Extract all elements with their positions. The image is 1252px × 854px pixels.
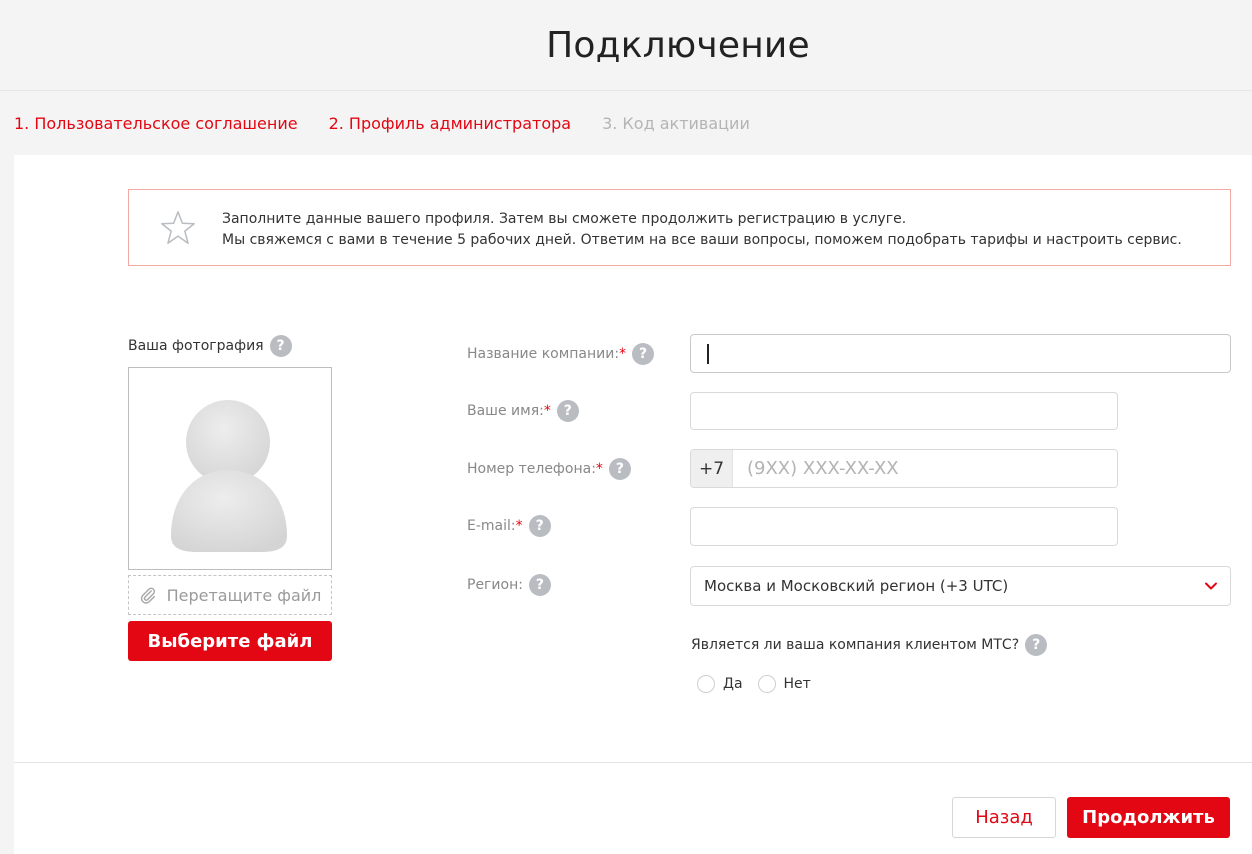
chevron-down-icon [1205, 582, 1217, 590]
company-label-text: Название компании: [467, 346, 620, 362]
help-icon[interactable]: ? [608, 458, 631, 480]
help-icon[interactable]: ? [556, 400, 579, 422]
back-button[interactable]: Назад [952, 797, 1056, 838]
required-mark: * [515, 518, 523, 534]
radio-yes-label[interactable]: Да [723, 676, 743, 692]
phone-input[interactable] [733, 450, 1117, 487]
radio-yes[interactable] [697, 675, 715, 693]
email-input[interactable] [690, 507, 1118, 546]
phone-country-prefix: +7 [691, 450, 733, 487]
name-input[interactable] [690, 392, 1118, 430]
required-mark: * [543, 403, 551, 419]
required-mark: * [619, 346, 627, 362]
help-icon[interactable]: ? [528, 515, 551, 537]
step-user-agreement[interactable]: 1. Пользовательское соглашение [14, 114, 298, 133]
name-label-text: Ваше имя: [467, 403, 544, 419]
phone-label: Номер телефона: * ? [467, 458, 631, 480]
drop-zone-text: Перетащите файл [166, 585, 322, 605]
text-cursor [707, 344, 709, 364]
footer-divider [14, 762, 1252, 763]
mts-client-question-text: Является ли ваша компания клиентом МТС? [691, 637, 1020, 653]
file-drop-zone[interactable]: Перетащите файл [128, 575, 332, 615]
help-icon[interactable]: ? [528, 574, 551, 596]
continue-button[interactable]: Продолжить [1067, 797, 1230, 838]
choose-file-button[interactable]: Выберите файл [128, 621, 332, 661]
help-icon[interactable]: ? [269, 335, 292, 357]
notice-line-2: Мы свяжемся с вами в течение 5 рабочих д… [222, 232, 1182, 248]
email-label: E-mail: * ? [467, 515, 551, 537]
region-label: Регион: ? [467, 574, 551, 596]
phone-label-text: Номер телефона: [467, 461, 596, 477]
radio-no-label[interactable]: Нет [784, 676, 811, 692]
step-admin-profile[interactable]: 2. Профиль администратора [329, 114, 572, 133]
info-notice: Заполните данные вашего профиля. Затем в… [128, 189, 1231, 266]
company-label: Название компании: * ? [467, 343, 655, 365]
help-icon[interactable]: ? [632, 343, 655, 365]
photo-label-text: Ваша фотография [128, 338, 264, 354]
star-outline-icon [161, 211, 195, 244]
required-mark: * [595, 461, 603, 477]
paperclip-icon [140, 587, 155, 604]
mts-client-radio-group: Да Нет [697, 675, 826, 693]
step-activation-code: 3. Код активации [602, 113, 750, 133]
email-label-text: E-mail: [467, 518, 516, 534]
photo-label: Ваша фотография ? [128, 335, 292, 357]
avatar-placeholder-icon [171, 400, 287, 552]
stepper: 1. Пользовательское соглашение 2. Профил… [14, 111, 781, 135]
mts-client-question: Является ли ваша компания клиентом МТС? … [691, 634, 1048, 656]
company-name-input[interactable] [690, 334, 1231, 373]
name-label: Ваше имя: * ? [467, 400, 579, 422]
form-card: Заполните данные вашего профиля. Затем в… [14, 155, 1252, 854]
phone-field: +7 [690, 449, 1118, 488]
region-label-text: Регион: [467, 577, 523, 593]
help-icon[interactable]: ? [1025, 634, 1048, 656]
notice-text: Заполните данные вашего профиля. Затем в… [222, 209, 1182, 251]
page-header: Подключение [0, 0, 1252, 91]
region-selected-value: Москва и Московский регион (+3 UTC) [704, 577, 1009, 595]
region-select[interactable]: Москва и Московский регион (+3 UTC) [690, 566, 1231, 606]
photo-preview [128, 367, 332, 570]
radio-no[interactable] [757, 675, 776, 693]
notice-line-1: Заполните данные вашего профиля. Затем в… [222, 211, 907, 227]
page-title: Подключение [546, 24, 810, 66]
